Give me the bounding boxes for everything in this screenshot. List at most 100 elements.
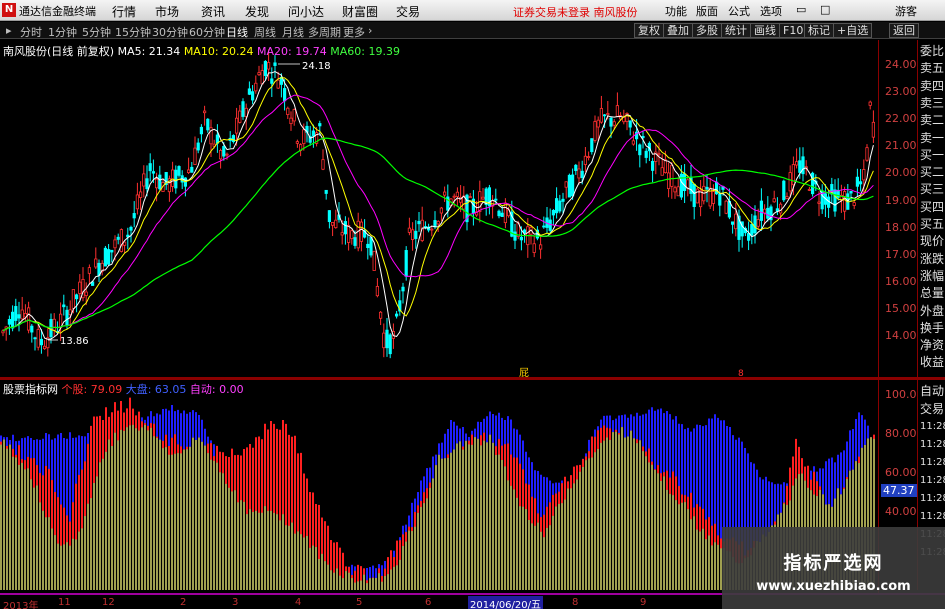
candle-body xyxy=(667,172,671,189)
candle-body xyxy=(388,334,392,355)
candle-body xyxy=(346,224,351,243)
quote-label: 卖四 xyxy=(920,78,945,93)
fuquan-button[interactable]: 复权 xyxy=(634,23,664,38)
candle-body xyxy=(855,176,860,187)
period-1min[interactable]: 1分钟 xyxy=(48,24,77,40)
candle-body xyxy=(87,267,91,274)
candle-body xyxy=(84,291,88,296)
candle-body xyxy=(350,230,354,239)
candle-body xyxy=(414,230,418,239)
candle-body xyxy=(20,309,24,320)
zidong-label: 自动: 0.00 xyxy=(189,383,244,396)
huaxian-button[interactable]: 画线 xyxy=(750,23,780,38)
candle-body xyxy=(247,88,251,95)
menu-jiaoyi[interactable]: 交易 xyxy=(396,3,420,20)
quote-label: 涨跌 xyxy=(920,251,945,266)
back-button[interactable]: 返回 xyxy=(889,23,919,38)
side-label: 11:28 xyxy=(920,421,945,432)
candle-body xyxy=(580,170,584,178)
menu-faxian[interactable]: 发现 xyxy=(245,3,269,20)
diejia-button[interactable]: 叠加 xyxy=(663,23,693,38)
candle-body xyxy=(148,163,152,172)
candle-body xyxy=(615,105,620,117)
candle-body xyxy=(410,229,415,240)
menu-banmian[interactable]: 版面 xyxy=(696,3,718,19)
candle-body xyxy=(330,221,335,226)
low-price-label: 13.86 xyxy=(60,336,89,347)
candle-body xyxy=(138,191,143,198)
candle-body xyxy=(302,129,306,144)
candle-body xyxy=(455,191,460,197)
ma20-line xyxy=(2,94,874,332)
side-label: 11:28 xyxy=(920,457,945,468)
period-daily[interactable]: 日线 xyxy=(226,24,248,40)
menu-caifuquan[interactable]: 财富圈 xyxy=(342,3,378,20)
login-notice[interactable]: 证券交易未登录 南风股份 xyxy=(513,4,638,20)
quote-label: 买四 xyxy=(920,199,945,214)
candle-body xyxy=(241,101,245,117)
candle-body xyxy=(202,110,207,114)
quote-label: 净资 xyxy=(920,338,945,353)
menu-xuanxiang[interactable]: 选项 xyxy=(760,3,782,19)
candle-body xyxy=(52,318,56,331)
side-label: 11:28 xyxy=(920,439,945,450)
candle-body xyxy=(436,221,440,225)
candle-body xyxy=(734,213,738,230)
candle-body xyxy=(407,227,412,233)
period-30min[interactable]: 30分钟 xyxy=(152,24,188,40)
candle-body xyxy=(321,159,325,170)
candle-body xyxy=(843,191,847,212)
quote-panel: 委比 卖五 卖四 卖三 卖二 卖一 买一 买二 买三 买四 买五 现价 涨跌 涨幅 总量 外盘 换手 净资 收益 xyxy=(917,40,945,377)
candle-body xyxy=(119,229,123,252)
candle-body xyxy=(170,169,175,187)
period-fenshi[interactable]: 分时 xyxy=(20,24,42,40)
menu-shichang[interactable]: 市场 xyxy=(155,3,179,20)
candle-body xyxy=(273,62,277,66)
price-tick: 21.00 xyxy=(885,139,917,153)
menu-gongshi[interactable]: 公式 xyxy=(728,3,750,19)
zixuan-button[interactable]: +自选 xyxy=(833,23,873,38)
period-monthly[interactable]: 月线 xyxy=(282,24,304,40)
menu-gongneng[interactable]: 功能 xyxy=(665,3,687,19)
candle-body xyxy=(859,181,863,185)
candle-body xyxy=(571,174,575,197)
chevron-right-icon[interactable]: › xyxy=(368,24,372,37)
candle-body xyxy=(151,171,155,174)
period-multi[interactable]: 多周期 xyxy=(308,24,341,40)
quote-label: 买五 xyxy=(920,217,945,231)
side-label: 11:28 xyxy=(920,475,945,486)
tongji-button[interactable]: 统计 xyxy=(721,23,751,38)
biaoji-button[interactable]: 标记 xyxy=(804,23,834,38)
menu-wenxiaoda[interactable]: 问小达 xyxy=(288,3,324,20)
indicator-tick: 40.00 xyxy=(885,505,917,518)
quote-label: 委比 xyxy=(920,44,945,58)
candle-body xyxy=(199,126,203,135)
period-15min[interactable]: 15分钟 xyxy=(115,24,151,40)
candle-body xyxy=(670,164,674,187)
period-60min[interactable]: 60分钟 xyxy=(189,24,225,40)
candle-body xyxy=(660,167,664,176)
menu-zixun[interactable]: 资讯 xyxy=(201,3,225,20)
restore-icon[interactable]: □ xyxy=(820,3,830,16)
quote-label: 卖三 xyxy=(920,95,945,110)
arrow-right-icon: ▸ xyxy=(6,24,12,37)
minimize-icon[interactable]: ▭ xyxy=(796,3,806,16)
candle-body xyxy=(593,121,597,141)
period-5min[interactable]: 5分钟 xyxy=(82,24,111,40)
duogu-button[interactable]: 多股 xyxy=(692,23,722,38)
quote-label: 外盘 xyxy=(920,303,945,318)
candle-body xyxy=(36,329,40,348)
menu-hangqing[interactable]: 行情 xyxy=(112,3,136,20)
period-more[interactable]: 更多 xyxy=(343,24,365,40)
candle-body xyxy=(763,208,767,214)
candle-body xyxy=(343,221,348,235)
candle-body xyxy=(311,130,316,137)
candle-body xyxy=(394,313,399,317)
price-tick: 23.00 xyxy=(885,85,917,99)
guest-label[interactable]: 游客 xyxy=(895,3,917,19)
dapan-label: 大盘: 63.05 xyxy=(125,383,187,396)
quote-label: 买一 xyxy=(920,147,945,162)
period-weekly[interactable]: 周线 xyxy=(254,24,276,40)
candlestick-chart[interactable]: 24.18 13.86 屁 8 xyxy=(0,40,878,377)
candle-body xyxy=(129,226,133,231)
